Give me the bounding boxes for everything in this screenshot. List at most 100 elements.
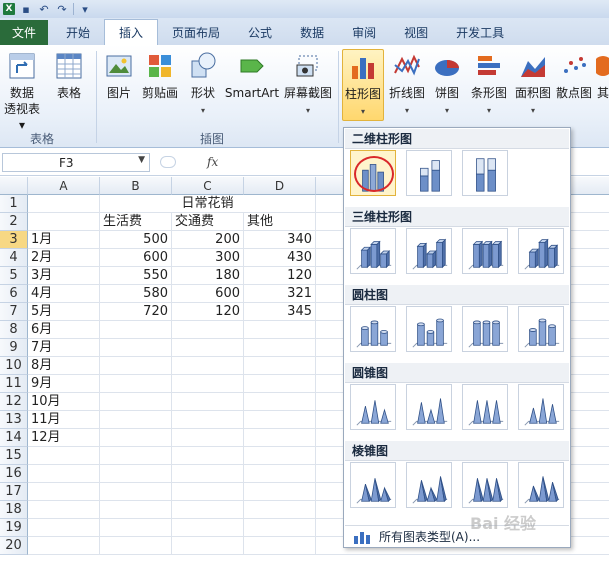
tab-page-layout[interactable]: 页面布局 xyxy=(158,20,234,45)
tab-data[interactable]: 数据 xyxy=(286,20,338,45)
select-all-corner[interactable] xyxy=(0,177,28,195)
cell[interactable] xyxy=(172,393,244,411)
3d-cylinder-chart-button[interactable] xyxy=(518,306,564,352)
chevron-down-icon[interactable]: ▼ xyxy=(138,155,145,165)
value-cell[interactable]: 550 xyxy=(100,267,172,285)
header-cell[interactable]: 生活费 xyxy=(100,213,172,231)
row-header[interactable]: 14 xyxy=(0,429,28,447)
cell[interactable] xyxy=(28,213,100,231)
value-cell[interactable]: 200 xyxy=(172,231,244,249)
sheet-title-cell[interactable]: 日常花销 xyxy=(100,195,316,213)
tab-file[interactable]: 文件 xyxy=(0,20,48,45)
month-cell[interactable]: 12月 xyxy=(28,429,100,447)
cell[interactable] xyxy=(100,519,172,537)
stacked-cylinder-chart-button[interactable] xyxy=(406,306,452,352)
cell[interactable] xyxy=(244,411,316,429)
month-cell[interactable]: 5月 xyxy=(28,303,100,321)
100-stacked-cone-chart-button[interactable] xyxy=(462,384,508,430)
row-header[interactable]: 20 xyxy=(0,537,28,555)
cell[interactable] xyxy=(172,321,244,339)
cell[interactable] xyxy=(100,321,172,339)
value-cell[interactable]: 321 xyxy=(244,285,316,303)
row-header[interactable]: 2 xyxy=(0,213,28,231)
tab-developer[interactable]: 开发工具 xyxy=(442,20,518,45)
customize-icon[interactable]: ▾ xyxy=(78,2,92,16)
cell[interactable] xyxy=(100,411,172,429)
clustered-pyramid-chart-button[interactable] xyxy=(350,462,396,508)
bar-chart-button[interactable]: 条形图 ▾ xyxy=(468,51,510,117)
smartart-button[interactable]: SmartArt xyxy=(224,51,280,101)
column-header-a[interactable]: A xyxy=(28,177,100,195)
scatter-chart-button[interactable]: 散点图 xyxy=(554,51,594,101)
column-header-b[interactable]: B xyxy=(100,177,172,195)
cell[interactable] xyxy=(100,429,172,447)
row-header[interactable]: 1 xyxy=(0,195,28,213)
100-stacked-column-chart-button[interactable] xyxy=(462,150,508,196)
tab-formulas[interactable]: 公式 xyxy=(234,20,286,45)
tab-insert[interactable]: 插入 xyxy=(104,19,159,45)
row-header[interactable]: 3 xyxy=(0,231,28,249)
cell[interactable] xyxy=(172,339,244,357)
row-header[interactable]: 19 xyxy=(0,519,28,537)
value-cell[interactable]: 120 xyxy=(244,267,316,285)
value-cell[interactable]: 500 xyxy=(100,231,172,249)
cell[interactable] xyxy=(172,357,244,375)
3d-clustered-column-chart-button[interactable] xyxy=(350,228,396,274)
line-chart-button[interactable]: 折线图 ▾ xyxy=(386,51,428,117)
cell[interactable] xyxy=(100,393,172,411)
month-cell[interactable]: 11月 xyxy=(28,411,100,429)
row-header[interactable]: 9 xyxy=(0,339,28,357)
3d-column-chart-button[interactable] xyxy=(518,228,564,274)
3d-stacked-column-chart-button[interactable] xyxy=(406,228,452,274)
month-cell[interactable]: 6月 xyxy=(28,321,100,339)
cell[interactable] xyxy=(28,195,100,213)
row-header[interactable]: 17 xyxy=(0,483,28,501)
month-cell[interactable]: 7月 xyxy=(28,339,100,357)
cell[interactable] xyxy=(28,537,100,555)
pivot-table-button[interactable]: 数据 透视表 ▾ xyxy=(2,51,42,133)
cell[interactable] xyxy=(172,483,244,501)
value-cell[interactable]: 340 xyxy=(244,231,316,249)
cell[interactable] xyxy=(172,429,244,447)
month-cell[interactable]: 10月 xyxy=(28,393,100,411)
100-stacked-cylinder-chart-button[interactable] xyxy=(462,306,508,352)
cell[interactable] xyxy=(244,357,316,375)
redo-icon[interactable]: ↷ xyxy=(55,2,69,16)
formula-splitter[interactable] xyxy=(160,156,176,168)
name-box[interactable]: F3 ▼ xyxy=(2,153,150,172)
cell[interactable] xyxy=(244,447,316,465)
cell[interactable] xyxy=(244,429,316,447)
value-cell[interactable]: 120 xyxy=(172,303,244,321)
tab-view[interactable]: 视图 xyxy=(390,20,442,45)
value-cell[interactable]: 345 xyxy=(244,303,316,321)
cell[interactable] xyxy=(244,537,316,555)
stacked-pyramid-chart-button[interactable] xyxy=(406,462,452,508)
cell[interactable] xyxy=(244,501,316,519)
cell[interactable] xyxy=(100,537,172,555)
tab-home[interactable]: 开始 xyxy=(52,20,104,45)
stacked-column-chart-button[interactable] xyxy=(406,150,452,196)
value-cell[interactable]: 600 xyxy=(100,249,172,267)
shapes-button[interactable]: 形状 ▾ xyxy=(186,51,220,117)
cell[interactable] xyxy=(172,375,244,393)
cell[interactable] xyxy=(28,519,100,537)
cell[interactable] xyxy=(100,465,172,483)
row-header[interactable]: 11 xyxy=(0,375,28,393)
row-header[interactable]: 6 xyxy=(0,285,28,303)
pie-chart-button[interactable]: 饼图 ▾ xyxy=(430,51,464,117)
clustered-cone-chart-button[interactable] xyxy=(350,384,396,430)
cell[interactable] xyxy=(172,501,244,519)
cell[interactable] xyxy=(100,357,172,375)
cell[interactable] xyxy=(172,537,244,555)
cell[interactable] xyxy=(172,447,244,465)
cell[interactable] xyxy=(100,375,172,393)
column-header-d[interactable]: D xyxy=(244,177,316,195)
row-header[interactable]: 10 xyxy=(0,357,28,375)
month-cell[interactable]: 4月 xyxy=(28,285,100,303)
row-header[interactable]: 7 xyxy=(0,303,28,321)
column-chart-button[interactable]: 柱形图 ▾ xyxy=(342,49,384,121)
cell[interactable] xyxy=(28,483,100,501)
row-header[interactable]: 16 xyxy=(0,465,28,483)
cell[interactable] xyxy=(172,411,244,429)
3d-100-stacked-column-chart-button[interactable] xyxy=(462,228,508,274)
